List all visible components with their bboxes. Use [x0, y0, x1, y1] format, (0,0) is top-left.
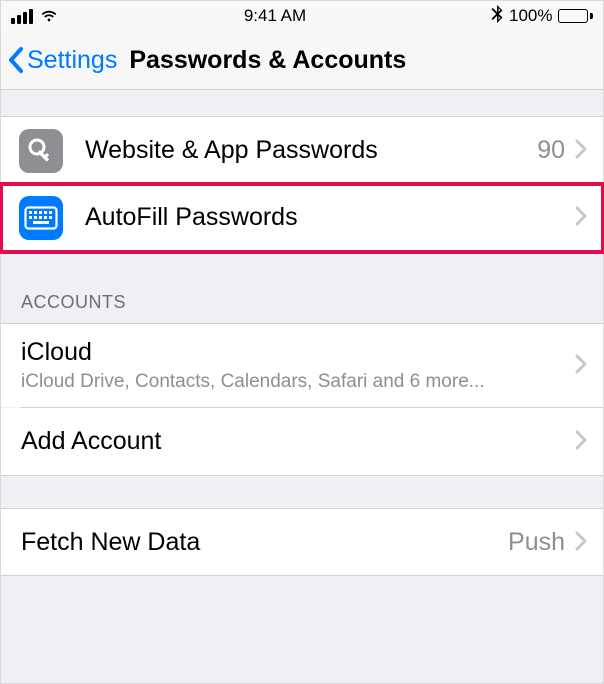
autofill-passwords-row[interactable]: AutoFill Passwords: [1, 184, 603, 252]
chevron-right-icon: [575, 527, 587, 558]
chevron-left-icon: [7, 45, 25, 75]
icloud-row[interactable]: iCloud iCloud Drive, Contacts, Calendars…: [1, 323, 603, 407]
battery-icon: [558, 9, 593, 23]
chevron-right-icon: [575, 202, 587, 233]
website-app-passwords-label: Website & App Passwords: [85, 136, 537, 165]
accounts-header: ACCOUNTS: [1, 284, 603, 323]
battery-percentage: 100%: [509, 6, 552, 26]
icloud-label: iCloud: [21, 338, 575, 367]
key-icon: [19, 129, 63, 173]
keyboard-icon: [19, 196, 63, 240]
cellular-signal-icon: [11, 9, 33, 24]
back-label: Settings: [27, 46, 117, 75]
status-bar: 9:41 AM 100%: [1, 1, 603, 31]
website-app-passwords-row[interactable]: Website & App Passwords 90: [1, 116, 603, 184]
status-time: 9:41 AM: [244, 6, 306, 26]
wifi-icon: [39, 6, 59, 26]
add-account-label: Add Account: [21, 427, 575, 456]
back-button[interactable]: Settings: [7, 45, 117, 75]
chevron-right-icon: [575, 426, 587, 457]
chevron-right-icon: [575, 135, 587, 166]
website-app-passwords-count: 90: [537, 136, 565, 165]
chevron-right-icon: [575, 350, 587, 381]
fetch-new-data-label: Fetch New Data: [21, 528, 508, 557]
autofill-passwords-label: AutoFill Passwords: [85, 203, 575, 232]
add-account-row[interactable]: Add Account: [1, 408, 603, 476]
fetch-new-data-value: Push: [508, 528, 565, 557]
icloud-detail: iCloud Drive, Contacts, Calendars, Safar…: [21, 371, 575, 393]
bluetooth-icon: [491, 5, 503, 28]
navigation-bar: Settings Passwords & Accounts: [1, 31, 603, 90]
fetch-new-data-row[interactable]: Fetch New Data Push: [1, 508, 603, 576]
page-title: Passwords & Accounts: [129, 46, 406, 75]
